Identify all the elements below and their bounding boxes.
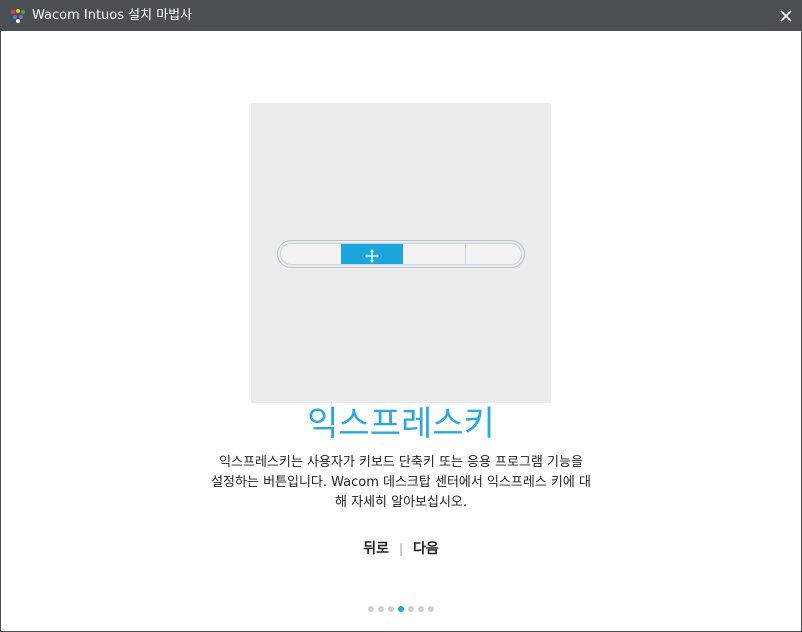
- description-line: 설정하는 버튼입니다. Wacom 데스크탑 센터에서 익스프레스 키에 대: [211, 475, 591, 490]
- page-dot[interactable]: [408, 606, 414, 612]
- page-dot[interactable]: [368, 606, 374, 612]
- description-line: 해 자세히 알아보십시오.: [335, 495, 467, 510]
- back-button[interactable]: 뒤로: [359, 539, 393, 559]
- page-dot[interactable]: [418, 606, 424, 612]
- expresskey-1: [281, 244, 341, 264]
- page-indicator: [1, 606, 801, 612]
- nav-separator: |: [398, 542, 404, 556]
- description-text: 익스프레스키는 사용자가 키보드 단축키 또는 응용 프로그램 기능을 설정하는…: [201, 453, 601, 513]
- setup-wizard-window: Wacom Intuos 설치 마법사 익스프레스키 익스프레스키는 사용자가 …: [0, 0, 802, 632]
- close-button[interactable]: [771, 1, 801, 31]
- title-bar[interactable]: Wacom Intuos 설치 마법사: [1, 1, 801, 31]
- expresskey-illustration: [251, 103, 551, 403]
- expresskey-4: [466, 244, 521, 264]
- page-dot[interactable]: [378, 606, 384, 612]
- page-dot-active[interactable]: [398, 606, 404, 612]
- wacom-app-icon: [10, 8, 26, 24]
- expresskey-strip-inner: [280, 243, 522, 265]
- expresskey-strip: [277, 240, 525, 268]
- wizard-navigation: 뒤로 | 다음: [1, 539, 801, 559]
- expresskey-3: [403, 244, 466, 264]
- window-title: Wacom Intuos 설치 마법사: [32, 8, 193, 23]
- description-line: 익스프레스키는 사용자가 키보드 단축키 또는 응용 프로그램 기능을: [219, 455, 583, 470]
- move-arrows-icon: [365, 249, 379, 263]
- next-button[interactable]: 다음: [409, 539, 443, 559]
- expresskey-2-highlighted: [341, 244, 403, 264]
- page-dot[interactable]: [388, 606, 394, 612]
- page-dot[interactable]: [428, 606, 434, 612]
- close-icon: [780, 10, 792, 22]
- page-heading: 익스프레스키: [307, 404, 495, 444]
